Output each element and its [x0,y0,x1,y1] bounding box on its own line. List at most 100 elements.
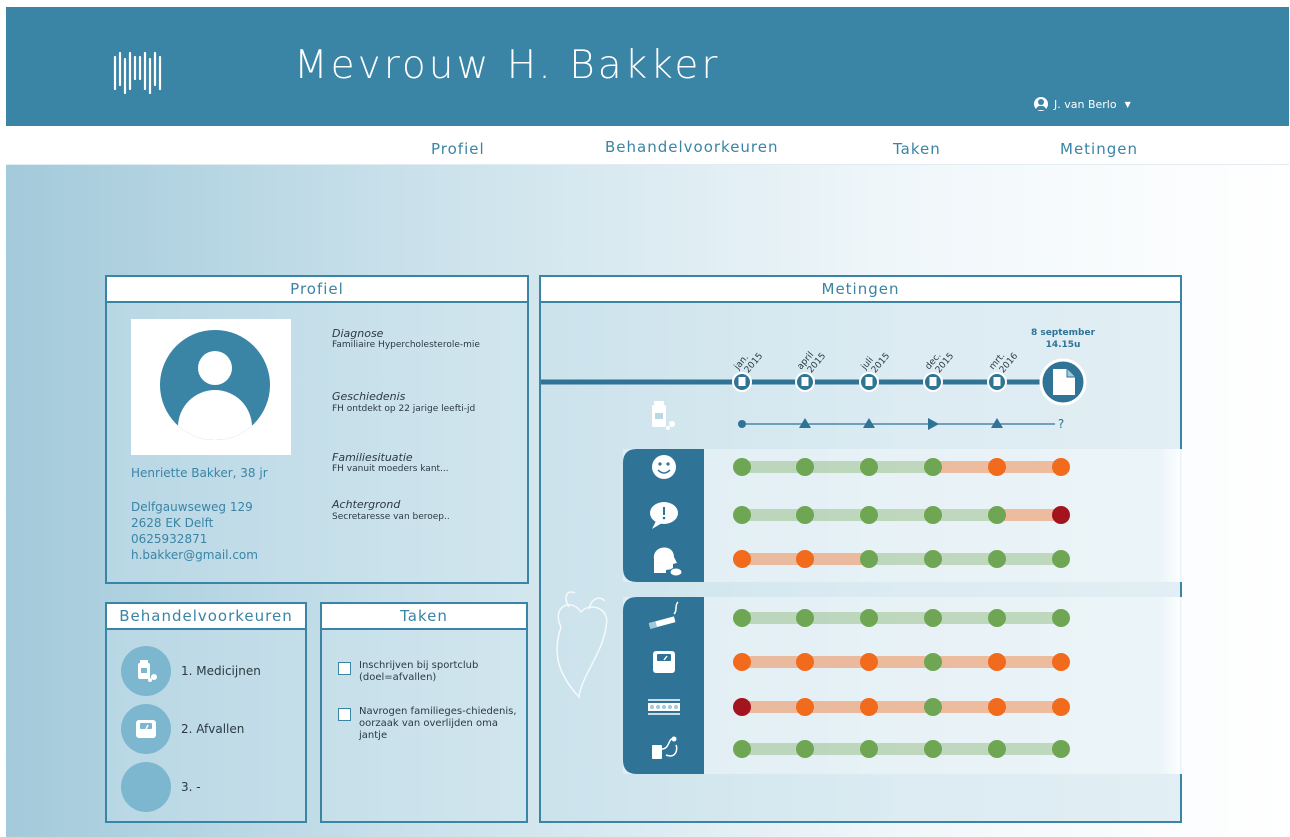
status-dot [733,506,751,524]
medication-trend-marker [928,418,939,430]
status-dot [796,506,814,524]
logo-icon [113,51,162,95]
status-dot [924,609,942,627]
task-item[interactable]: Navrogen familieges-chiedenis, oorzaak v… [338,706,529,742]
status-trend-bar [742,509,805,521]
user-name: J. van Berlo [1054,97,1117,111]
status-dot [988,653,1006,671]
status-trend-bar [742,612,805,624]
medication-trend-marker [991,418,1003,428]
status-dot [988,506,1006,524]
status-trend-bar [869,509,933,521]
status-dot [733,458,751,476]
current-measurement-node[interactable] [1039,358,1087,406]
status-trend-bar [742,743,805,755]
status-dot [860,506,878,524]
status-trend-bar [933,743,997,755]
task-item[interactable]: Inschrijven bij sportclub (doel=afvallen… [338,660,529,684]
user-menu[interactable]: J. van Berlo ▼ [1034,97,1131,111]
status-dot [796,550,814,568]
status-trend-bar [997,656,1061,668]
status-dot [733,609,751,627]
status-trend-bar [997,461,1061,473]
measurement-group [623,597,1183,774]
status-dot [988,740,1006,758]
status-trend-bar [997,743,1061,755]
tab-behandelvoorkeuren[interactable]: Behandelvoorkeuren [605,138,779,156]
task-label: Navrogen familieges-chiedenis, oorzaak v… [359,706,517,741]
status-dot [924,550,942,568]
medication-icon [121,646,171,696]
task-label: Inschrijven bij sportclub (doel=afvallen… [359,660,479,683]
task-checkbox[interactable] [338,708,351,721]
status-dot [796,698,814,716]
address-street: Delfgauwseweg 129 [131,500,253,514]
panel-title: Profiel [107,277,527,303]
status-trend-bar [742,461,805,473]
familie-label: Familiesituatie [332,451,413,464]
app-header: Mevrouw H. Bakker J. van Berlo ▼ [6,7,1289,126]
status-trend-bar [869,701,933,713]
status-dot [796,609,814,627]
status-trend-bar [997,612,1061,624]
behandelvoorkeuren-panel: Behandelvoorkeuren 1. Medicijnen 2. Afva… [105,602,307,823]
preference-item-empty[interactable]: 3. - [121,762,201,812]
status-trend-bar [805,743,869,755]
main-nav: Profiel Behandelvoorkeuren Taken Metinge… [6,126,1289,165]
status-dot [924,698,942,716]
avatar [160,330,270,440]
mood-icon [652,455,676,479]
tab-taken[interactable]: Taken [893,140,941,158]
status-dot [860,609,878,627]
status-dot [988,609,1006,627]
status-trend-bar [805,612,869,624]
status-dot [860,653,878,671]
status-dot [924,653,942,671]
status-trend-bar [805,553,869,565]
medication-trend-marker: ? [1058,417,1064,431]
page-title: Mevrouw H. Bakker [294,43,721,88]
user-icon [1034,97,1048,111]
status-dot [924,458,942,476]
medication-trend-marker [799,418,811,428]
status-trend-bar [933,701,997,713]
status-trend-bar [805,509,869,521]
diagnose-value: Familiaire Hypercholesterole-mie [332,340,480,350]
geschiedenis-value: FH ontdekt op 22 jarige leefti-jd [332,404,476,414]
measurement-group [623,449,1183,582]
task-checkbox[interactable] [338,662,351,675]
medication-trend-marker [738,420,746,428]
panel-title: Taken [322,604,526,630]
status-trend-bar [997,553,1061,565]
status-dot [796,740,814,758]
status-trend-bar [869,743,933,755]
preference-item-afvallen[interactable]: 2. Afvallen [121,704,244,754]
preference-item-medicijnen[interactable]: 1. Medicijnen [121,646,261,696]
status-dot [796,653,814,671]
status-trend-bar [933,612,997,624]
status-dot [733,698,751,716]
status-trend-bar [933,553,997,565]
profile-photo [131,319,291,455]
status-trend-bar [997,509,1061,521]
familie-value: FH vanuit moeders kant... [332,464,449,474]
status-dot [924,740,942,758]
status-dot [733,550,751,568]
status-trend-bar [933,461,997,473]
phone-number: 0625932871 [131,532,208,546]
status-dot [733,740,751,758]
status-trend-bar [869,612,933,624]
status-trend-bar [869,461,933,473]
tab-profiel[interactable]: Profiel [431,140,485,158]
status-trend-bar [742,656,805,668]
status-dot [924,506,942,524]
taken-panel: Taken Inschrijven bij sportclub (doel=af… [320,602,528,823]
patient-name-age: Henriette Bakker, 38 jr [131,466,268,480]
medication-trend-marker [863,418,875,428]
address-city: 2628 EK Delft [131,516,214,530]
tab-metingen[interactable]: Metingen [1060,140,1138,158]
status-dot [796,458,814,476]
status-dot [860,698,878,716]
status-trend-bar [805,461,869,473]
scale-icon [653,651,675,673]
